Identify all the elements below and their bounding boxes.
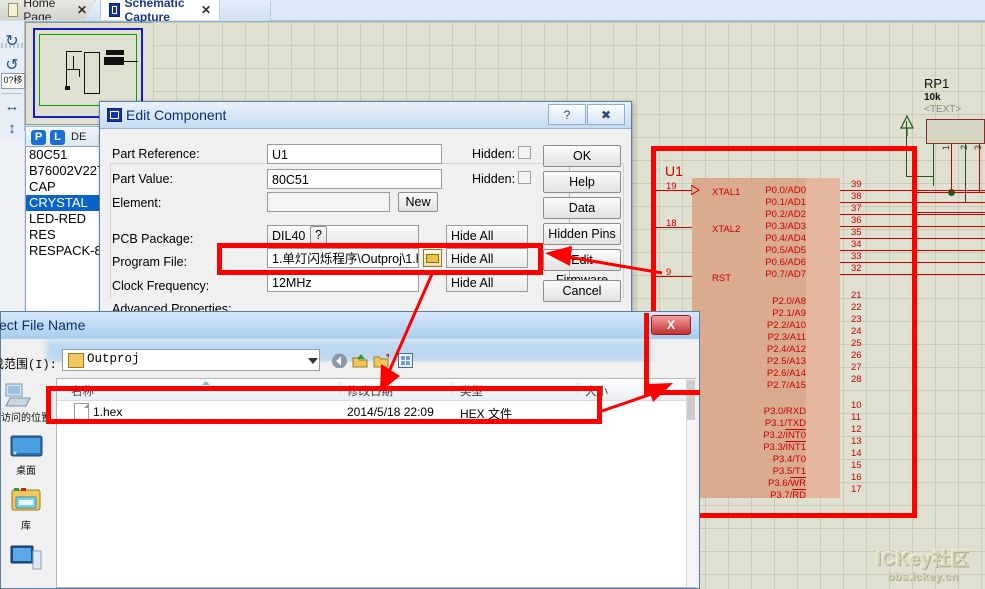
watermark-line1: ICKey社区	[864, 545, 982, 571]
clock-frequency-hide-combobox[interactable]: Hide All	[446, 272, 528, 292]
preview-shape	[65, 86, 70, 90]
part-value-hidden-checkbox[interactable]	[518, 171, 531, 184]
desktop-icon[interactable]	[10, 435, 43, 460]
pcb-package-combobox[interactable]: DIL40	[267, 225, 419, 245]
up-folder-icon[interactable]	[352, 353, 368, 368]
tab-bar-empty-area	[270, 1, 985, 21]
cancel-button[interactable]: Cancel	[543, 280, 621, 302]
place-label-recent[interactable]: 访问的位置	[0, 409, 52, 424]
pcb-package-hide-combobox[interactable]: Hide All	[446, 225, 528, 245]
part-value-input[interactable]: 80C51	[267, 169, 442, 189]
pcb-package-help-button[interactable]: ?	[310, 226, 327, 244]
rp1-pin-number: 1	[941, 145, 951, 150]
toolbar-separator	[2, 93, 22, 94]
rp1-reference-label: RP1	[924, 76, 949, 91]
edit-component-title: Edit Component	[126, 107, 226, 123]
data-button[interactable]: Data	[543, 197, 621, 219]
place-label-desktop[interactable]: 桌面	[0, 462, 52, 477]
sort-ascending-icon	[202, 381, 210, 385]
redo-icon[interactable]: ↻	[0, 29, 24, 53]
help-button[interactable]: Help	[543, 171, 621, 193]
place-label-libraries[interactable]: 库	[0, 517, 52, 532]
highlight-box-file-row	[46, 386, 602, 424]
chevron-down-icon[interactable]	[308, 358, 318, 364]
part-reference-hidden-checkbox[interactable]	[518, 146, 531, 159]
program-file-label: Program File:	[112, 255, 187, 269]
preview-ic-body	[84, 52, 100, 94]
libraries-icon[interactable]	[10, 487, 42, 513]
tab-schematic-capture-close-icon[interactable]: ✕	[201, 3, 211, 17]
preview-shape	[124, 61, 138, 62]
pcb-package-label: PCB Package:	[112, 232, 193, 246]
isis-icon	[109, 3, 120, 17]
preview-shape	[104, 57, 124, 65]
power-symbol-icon	[900, 115, 914, 137]
rp1-text-label: <TEXT>	[924, 104, 961, 115]
tab-bar: Home Page ✕ Schematic Capture ✕	[0, 0, 985, 22]
page-icon	[8, 3, 18, 17]
tab-home-page-close-icon[interactable]: ✕	[77, 3, 87, 17]
preview-shape	[73, 56, 74, 70]
file-dialog-titlebar[interactable]: ect File Name X	[1, 312, 699, 339]
rp1-value-label: 10k	[924, 92, 941, 103]
part-value-hidden-label: Hidden:	[472, 172, 515, 186]
isis-icon	[107, 108, 122, 122]
annotation-arrow-to-program-file	[540, 240, 665, 280]
part-reference-hidden-label: Hidden:	[472, 147, 515, 161]
new-element-button[interactable]: New	[398, 192, 438, 212]
edit-component-titlebar[interactable]: Edit Component ? ✖	[100, 102, 631, 129]
clock-frequency-label: Clock Frequency:	[112, 279, 209, 293]
tab-home-page[interactable]: Home Page ✕	[0, 0, 96, 20]
preview-shape	[79, 69, 80, 77]
folder-icon	[68, 353, 84, 368]
annotation-arrow-to-size-column	[595, 380, 675, 415]
pan-horizontal-icon[interactable]: ↔	[0, 95, 24, 117]
net-wire	[913, 212, 985, 213]
preview-shape	[66, 51, 82, 52]
part-reference-label: Part Reference:	[112, 147, 200, 161]
pan-vertical-icon[interactable]: ↕	[0, 117, 24, 139]
computer-icon[interactable]	[10, 545, 42, 571]
rp1-body[interactable]	[926, 119, 985, 144]
file-dialog-title: ect File Name	[0, 317, 85, 333]
tab-home-page-label: Home Page	[23, 0, 72, 24]
watermark: ICKey社区 bbs.ickey.cn	[864, 545, 982, 585]
back-icon[interactable]	[331, 353, 347, 368]
zoom-level-field[interactable]: 0?移	[1, 73, 25, 89]
preview-shape	[67, 69, 79, 70]
element-combobox[interactable]	[267, 192, 390, 212]
library-button[interactable]: L	[50, 130, 65, 145]
recent-places-icon[interactable]	[4, 382, 34, 408]
object-selector-title: DE	[71, 131, 86, 143]
part-value-label: Part Value:	[112, 172, 173, 186]
look-in-value: Outproj	[87, 352, 140, 366]
pick-device-button[interactable]: P	[31, 130, 46, 145]
look-in-label: 找范围(I):	[0, 355, 57, 372]
element-label: Element:	[112, 196, 161, 210]
tab-schematic-capture-label: Schematic Capture	[125, 0, 196, 24]
annotation-arrow-to-file-dialog	[370, 270, 440, 395]
preview-shape	[106, 50, 124, 55]
ok-button[interactable]: OK	[543, 145, 621, 167]
part-reference-input[interactable]: U1	[267, 144, 442, 164]
watermark-line2: bbs.ickey.cn	[864, 571, 982, 583]
tab-schematic-capture[interactable]: Schematic Capture ✕	[100, 0, 220, 20]
dialog-help-button[interactable]: ?	[548, 104, 586, 125]
dialog-close-button[interactable]: ✖	[587, 104, 625, 125]
